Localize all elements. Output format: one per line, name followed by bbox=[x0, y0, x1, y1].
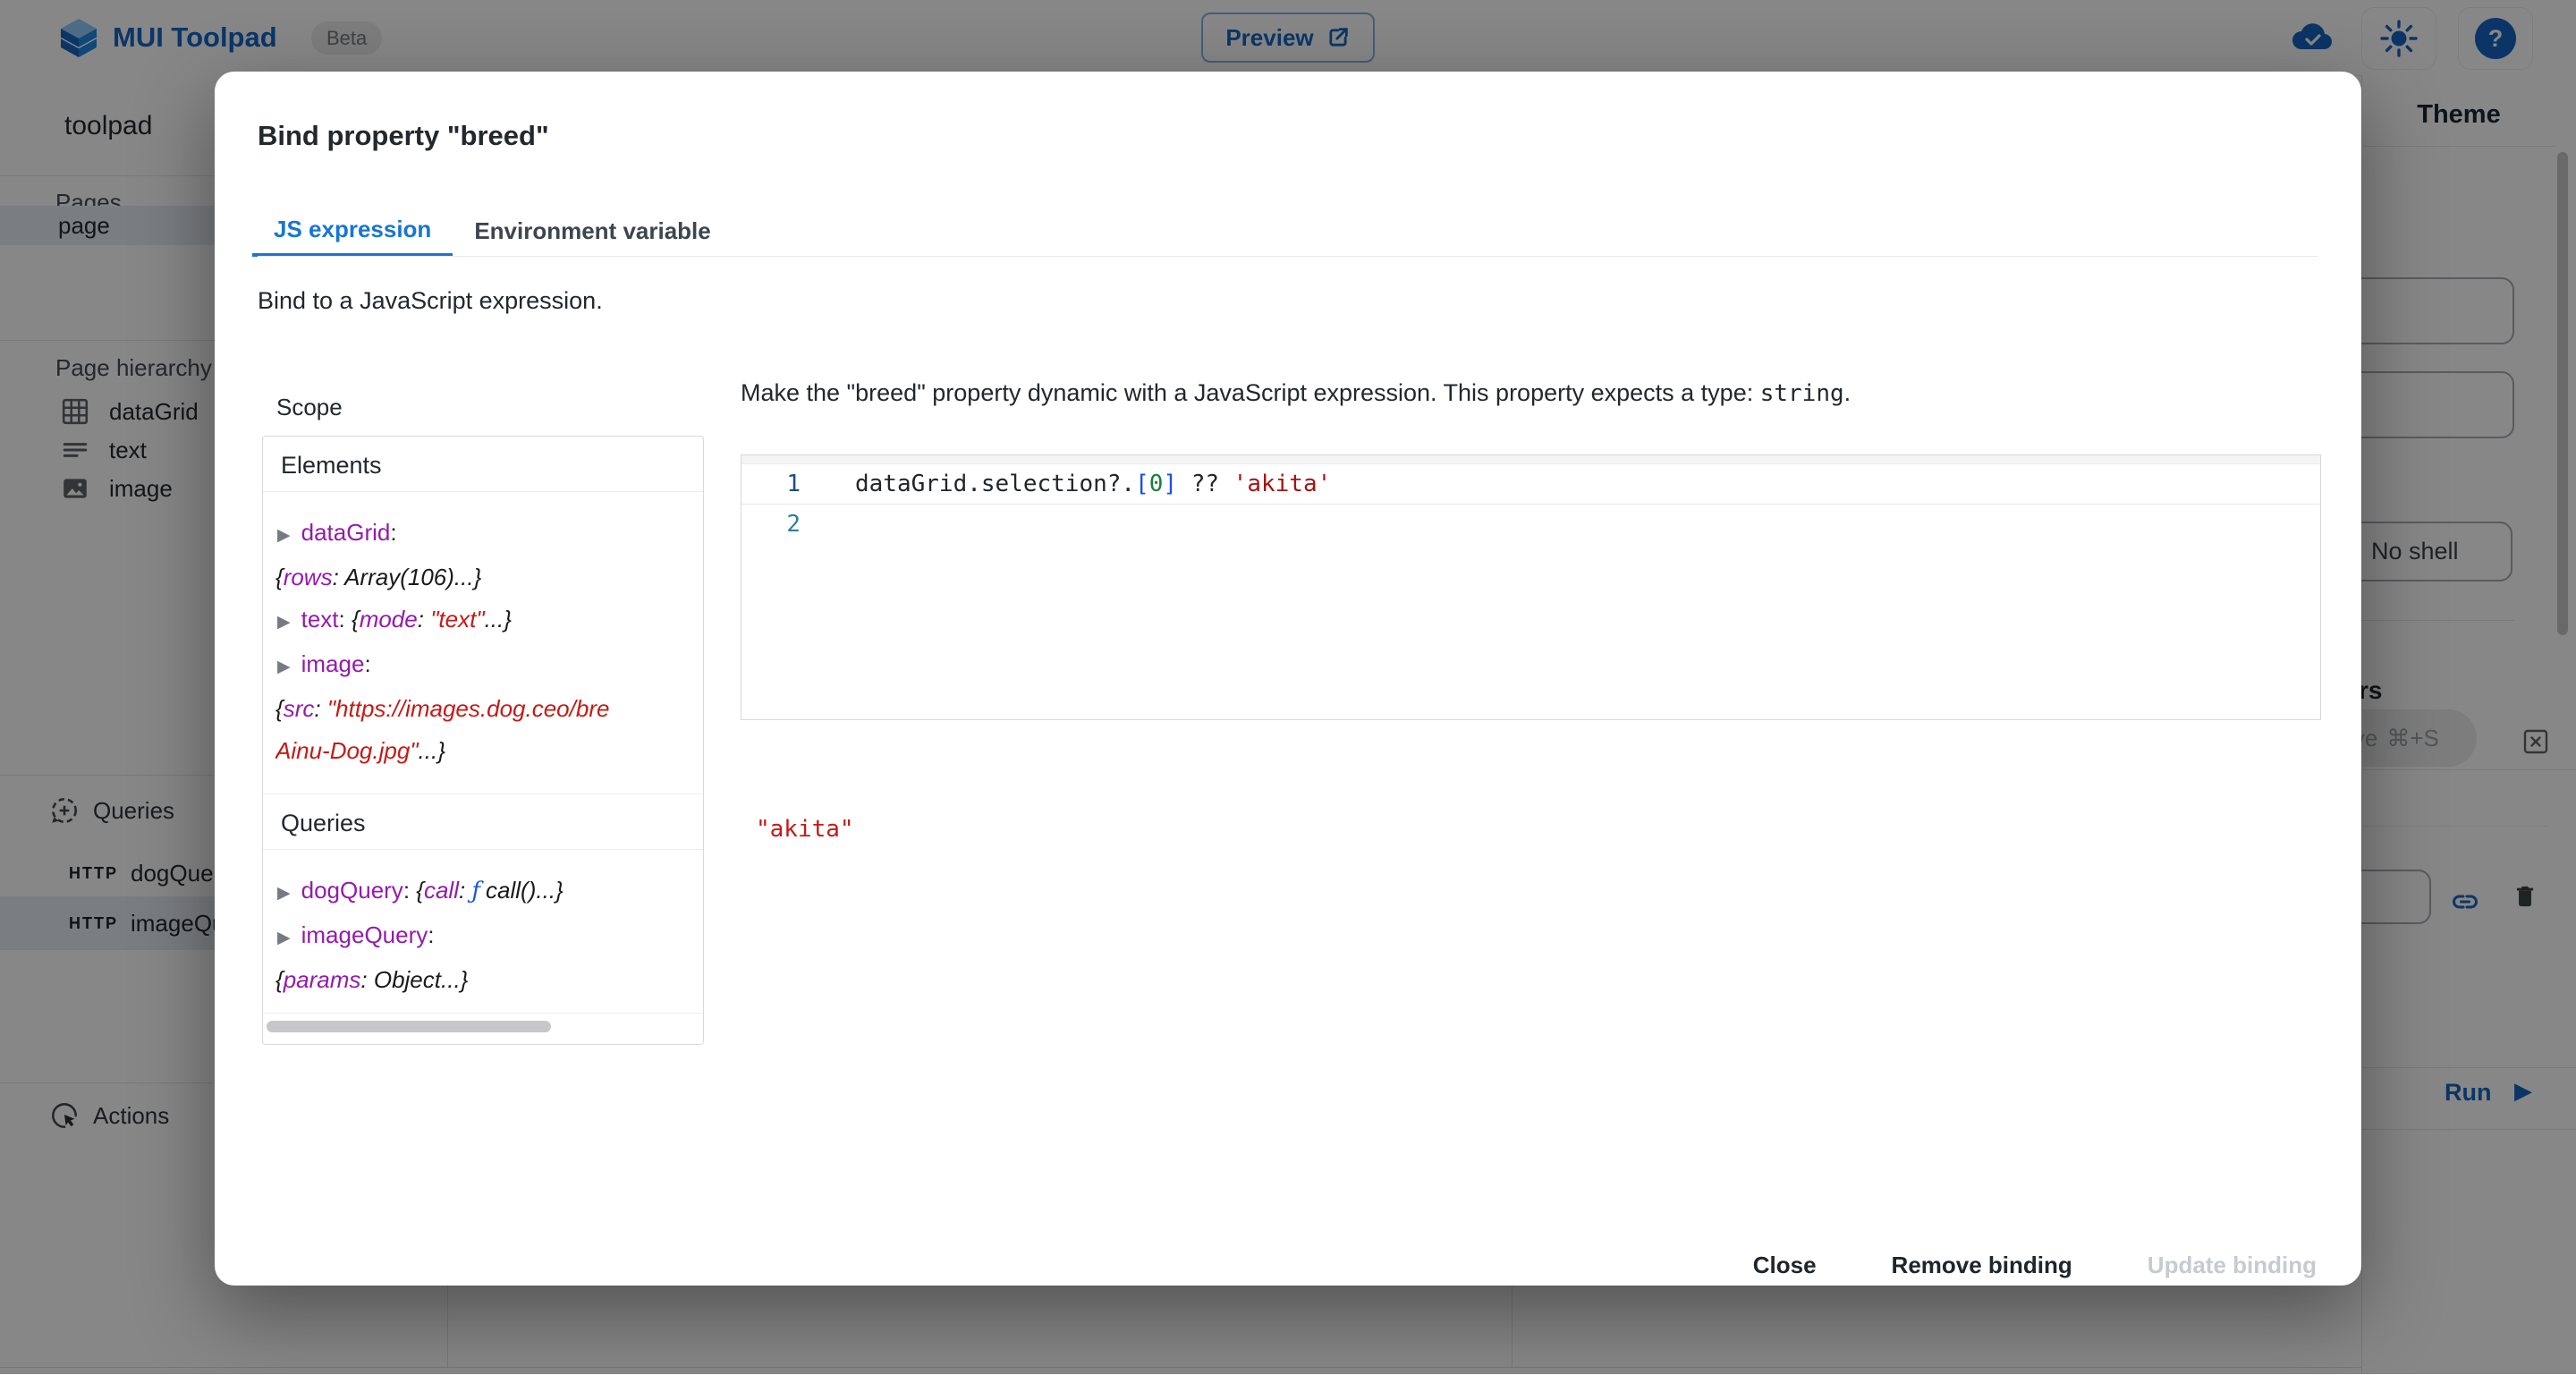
instruction-text: Make the "breed" property dynamic with a… bbox=[741, 379, 1851, 407]
line-number: 2 bbox=[741, 511, 824, 538]
scope-panel: Elements▶dataGrid:{rows: Array(106)...}▶… bbox=[262, 436, 704, 1045]
scope-label: Scope bbox=[276, 394, 343, 421]
dialog-tabs: JS expression Environment variable bbox=[252, 206, 733, 257]
scope-row[interactable]: ▶dogQuery: {call: ƒcall()...} bbox=[275, 870, 691, 914]
tab-js-expression[interactable]: JS expression bbox=[252, 206, 453, 257]
evaluation-result: "akita" bbox=[756, 816, 854, 843]
expected-type-code: string bbox=[1760, 380, 1844, 407]
line-number: 1 bbox=[741, 471, 824, 497]
tabs-divider bbox=[258, 256, 2318, 257]
scope-row[interactable]: ▶image:{src: "https://images.dog.ceo/bre… bbox=[275, 643, 691, 772]
dialog-title: Bind property "breed" bbox=[258, 120, 549, 152]
close-button[interactable]: Close bbox=[1744, 1252, 1826, 1279]
scope-scrollbar-track bbox=[263, 1013, 703, 1044]
editor-top-strip bbox=[741, 455, 2320, 464]
scope-row[interactable]: ▶text: {mode: "text"...} bbox=[275, 598, 691, 643]
scope-row[interactable]: ▶imageQuery:{params: Object...} bbox=[275, 914, 691, 1001]
update-binding-button[interactable]: Update binding bbox=[2139, 1252, 2326, 1279]
dialog-subtitle: Bind to a JavaScript expression. bbox=[258, 287, 603, 315]
scope-section-header: Queries bbox=[263, 794, 703, 850]
js-expression-editor[interactable]: 1dataGrid.selection?.[0] ?? 'akita'2 bbox=[741, 454, 2321, 720]
tab-environment-variable[interactable]: Environment variable bbox=[453, 206, 732, 257]
scope-section-header: Elements bbox=[263, 437, 703, 492]
code-content: dataGrid.selection?.[0] ?? 'akita' bbox=[824, 471, 1331, 497]
bind-property-dialog: Bind property "breed" JS expression Envi… bbox=[215, 72, 2361, 1286]
scope-sections: Elements▶dataGrid:{rows: Array(106)...}▶… bbox=[263, 437, 703, 1023]
editor-line[interactable]: 2 bbox=[741, 505, 2320, 544]
dialog-actions: Close Remove binding Update binding bbox=[1744, 1238, 2326, 1292]
scope-row[interactable]: ▶dataGrid:{rows: Array(106)...} bbox=[275, 512, 691, 598]
scope-scrollbar-thumb[interactable] bbox=[267, 1021, 551, 1032]
remove-binding-button[interactable]: Remove binding bbox=[1883, 1252, 2081, 1279]
editor-lines: 1dataGrid.selection?.[0] ?? 'akita'2 bbox=[741, 464, 2320, 544]
editor-line[interactable]: 1dataGrid.selection?.[0] ?? 'akita' bbox=[741, 464, 2320, 505]
